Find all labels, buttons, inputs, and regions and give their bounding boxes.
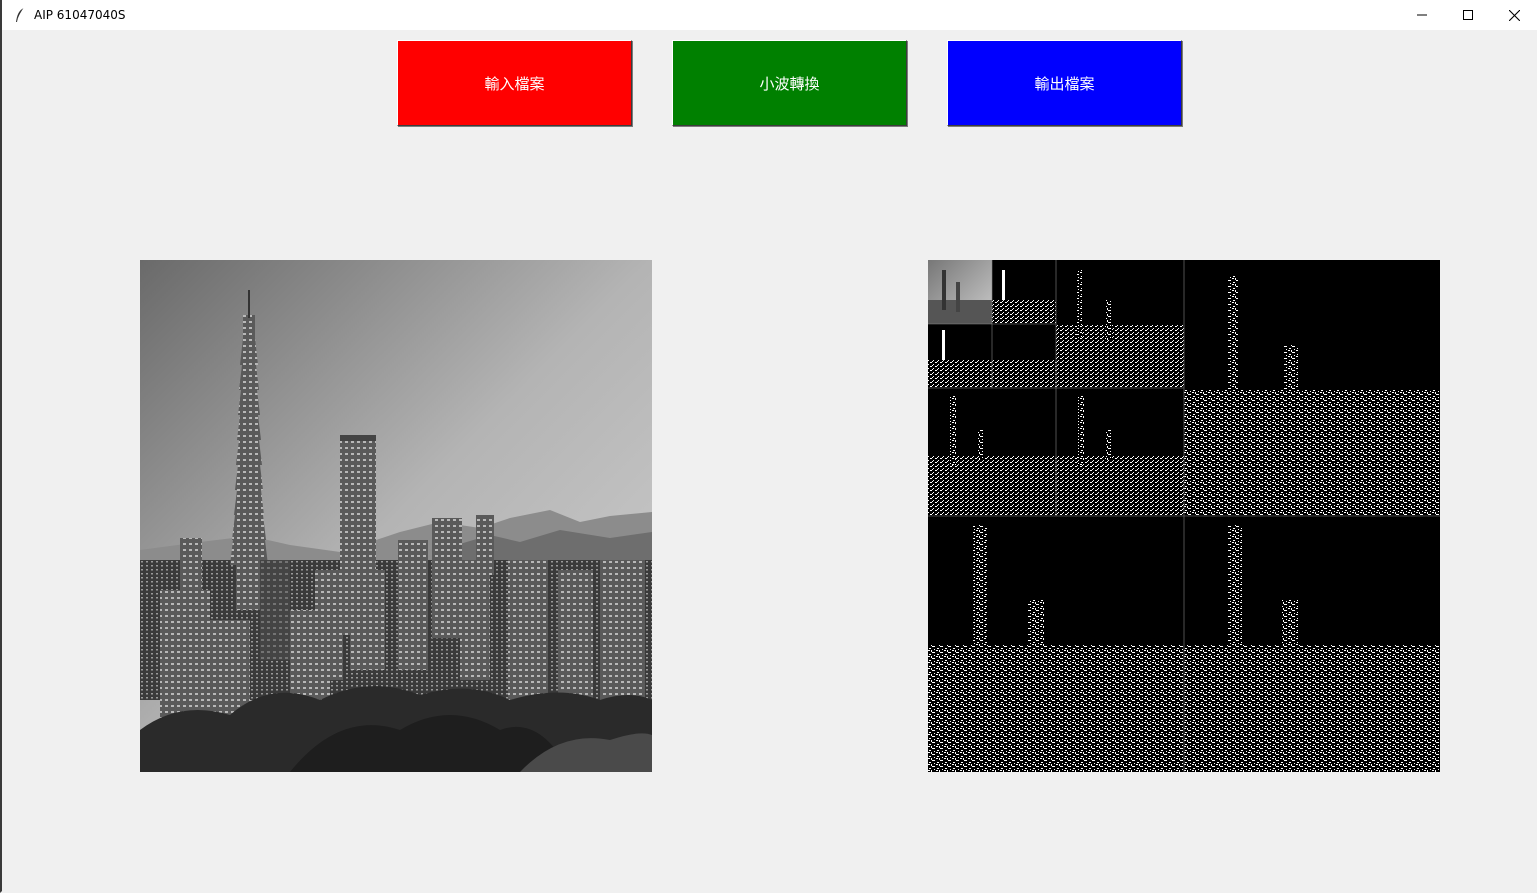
input-file-button[interactable]: 輸入檔案	[397, 40, 632, 126]
output-file-button[interactable]: 輸出檔案	[947, 40, 1182, 126]
maximize-icon[interactable]	[1445, 0, 1491, 30]
wavelet-result-image	[928, 260, 1440, 772]
feather-icon	[12, 7, 28, 23]
window-title: AIP 61047040S	[34, 8, 126, 22]
wavelet-transform-button[interactable]: 小波轉換	[672, 40, 907, 126]
minimize-icon[interactable]	[1399, 0, 1445, 30]
title-bar[interactable]: AIP 61047040S	[2, 0, 1537, 30]
original-image	[140, 260, 652, 772]
close-icon[interactable]	[1491, 0, 1537, 30]
